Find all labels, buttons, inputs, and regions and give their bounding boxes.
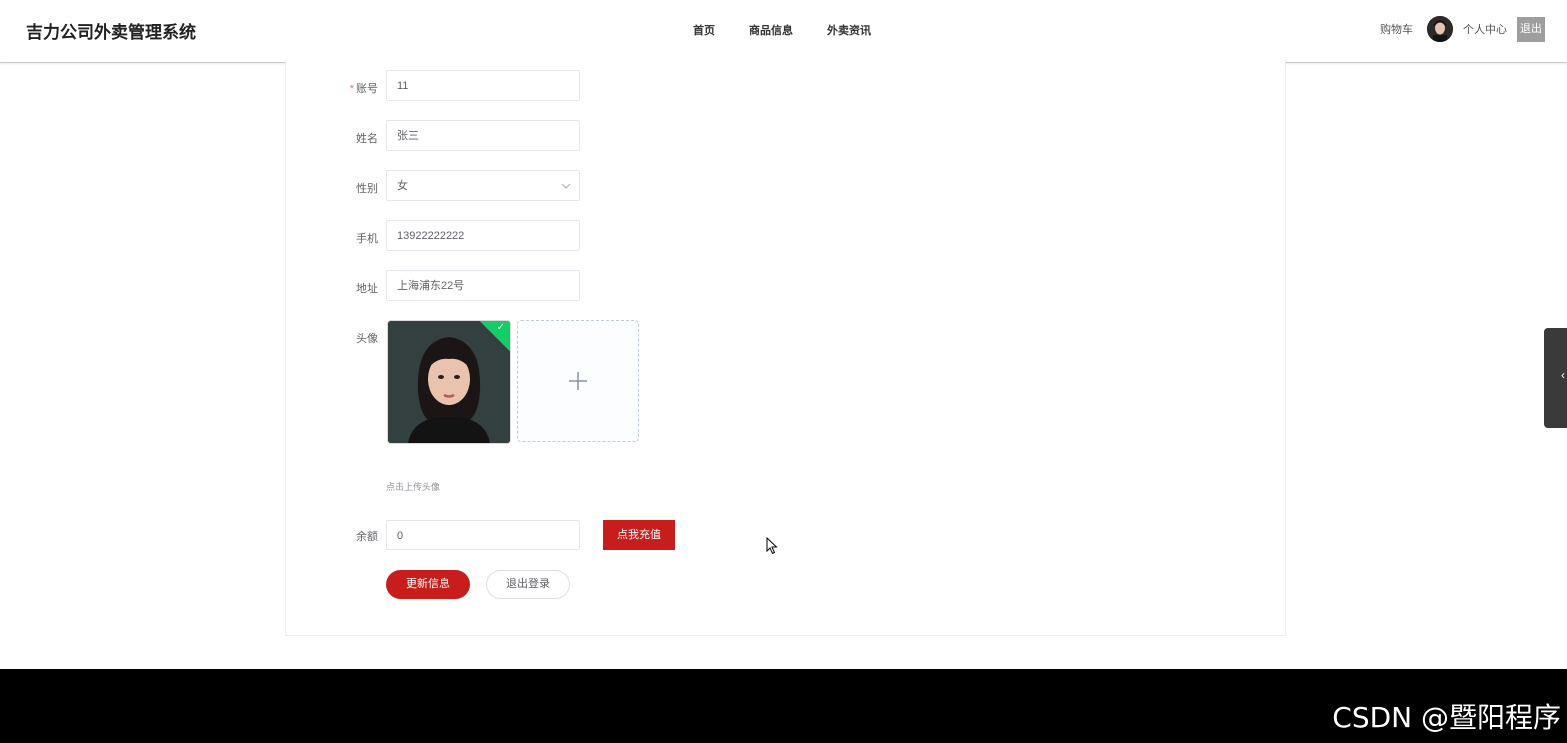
chevron-left-icon: ‹: [1561, 368, 1565, 382]
avatar[interactable]: [1427, 16, 1453, 42]
check-icon: ✓: [496, 322, 505, 333]
logout-login-button[interactable]: 退出登录: [486, 570, 570, 599]
nav-item-home[interactable]: 首页: [676, 22, 732, 38]
site-title: 吉力公司外卖管理系统: [26, 23, 196, 42]
balance-input[interactable]: 0: [386, 520, 580, 550]
profile-form-card: * 账号 11 姓名 张三 性别 女 手机 13922222222 地址 上海浦东…: [285, 60, 1286, 636]
phone-label: 手机: [356, 233, 378, 245]
address-label: 地址: [356, 283, 378, 295]
name-label: 姓名: [356, 133, 378, 145]
uploaded-avatar-image[interactable]: ✓: [387, 320, 511, 444]
avatar-label: 头像: [356, 333, 378, 345]
gender-select[interactable]: 女: [386, 170, 580, 201]
user-menu: 购物车 个人中心 退出: [1380, 16, 1545, 42]
logout-button[interactable]: 退出: [1517, 16, 1545, 42]
gender-value: 女: [397, 180, 408, 192]
watermark-text: CSDN @暨阳程序: [1332, 701, 1561, 734]
gender-label: 性别: [356, 183, 378, 195]
chevron-down-icon: [561, 171, 571, 215]
balance-label: 余额: [356, 531, 378, 543]
phone-input[interactable]: 13922222222: [386, 220, 580, 251]
mouse-cursor-icon: [766, 536, 778, 560]
cart-link[interactable]: 购物车: [1380, 21, 1413, 37]
nav-item-products[interactable]: 商品信息: [732, 22, 810, 38]
account-input[interactable]: 11: [386, 70, 580, 101]
name-input[interactable]: 张三: [386, 120, 580, 151]
top-header: 吉力公司外卖管理系统 首页 商品信息 外卖资讯 购物车 个人中心 退出: [0, 0, 1567, 63]
footer-bar: CSDN @暨阳程序: [0, 669, 1567, 743]
account-label: * 账号: [349, 83, 378, 95]
address-input[interactable]: 上海浦东22号: [386, 270, 580, 301]
nav-item-news[interactable]: 外卖资讯: [810, 22, 888, 38]
upload-avatar-button[interactable]: [517, 320, 639, 442]
main-nav: 首页 商品信息 外卖资讯: [676, 22, 888, 38]
user-center-link[interactable]: 个人中心: [1463, 21, 1507, 37]
recharge-button[interactable]: 点我充值: [603, 520, 675, 550]
update-info-button[interactable]: 更新信息: [386, 570, 470, 599]
plus-icon: [518, 321, 638, 441]
side-drawer-tab[interactable]: ‹: [1544, 328, 1567, 428]
upload-tip: 点击上传头像: [386, 482, 441, 492]
